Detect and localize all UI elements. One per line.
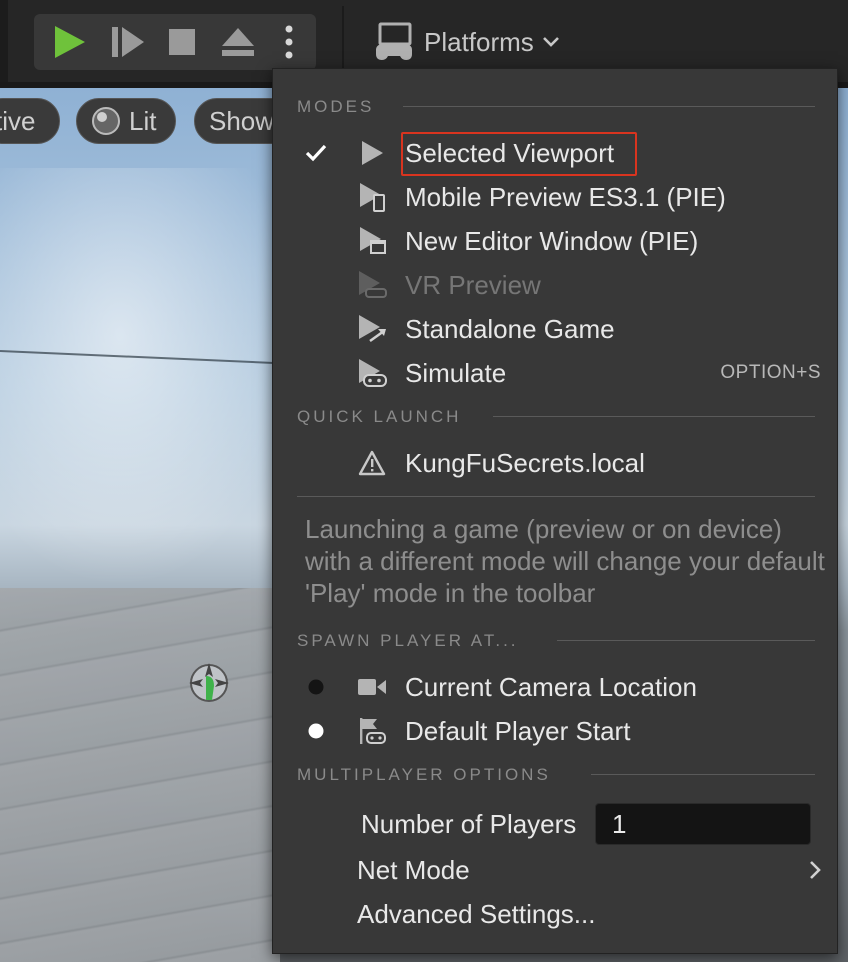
- more-options-button[interactable]: [266, 14, 312, 70]
- play-icon: [55, 26, 85, 58]
- section-header-modes: MODES: [297, 97, 375, 116]
- mode-item-label: VR Preview: [405, 269, 541, 300]
- advanced-settings-item[interactable]: Advanced Settings...: [273, 892, 839, 936]
- net-mode-submenu-item[interactable]: Net Mode: [273, 848, 839, 892]
- section-header-multiplayer: MULTIPLAYER OPTIONS: [297, 765, 551, 784]
- platforms-button[interactable]: Platforms: [372, 18, 560, 66]
- eject-icon: [222, 28, 254, 56]
- vr-preview-icon: [355, 268, 389, 302]
- section-divider: [493, 416, 815, 417]
- play-mode-dropdown-menu: MODES Selected Viewport Mobile Preview E…: [272, 68, 838, 954]
- new-window-icon: [355, 224, 389, 258]
- play-icon: [355, 136, 389, 170]
- spawn-item-default-player-start[interactable]: Default Player Start: [273, 709, 839, 753]
- mode-item-vr-preview: VR Preview: [273, 263, 839, 307]
- chevron-right-icon: [810, 861, 821, 879]
- player-start-icon: [355, 714, 389, 748]
- shortcut-label: OPTION+S: [720, 362, 821, 383]
- viewport-show-label: Show: [209, 105, 275, 136]
- advance-frame-button[interactable]: [100, 14, 156, 70]
- section-divider: [591, 774, 815, 775]
- section-header-spawn: SPAWN PLAYER AT...: [297, 631, 519, 650]
- player-start-gizmo-icon: [189, 663, 229, 702]
- eject-button[interactable]: [210, 14, 266, 70]
- simulate-icon: [355, 356, 389, 390]
- mode-item-simulate[interactable]: Simulate OPTION+S: [273, 351, 839, 395]
- section-header-quick-launch: QUICK LAUNCH: [297, 407, 462, 426]
- radio-selected-icon: [301, 716, 331, 746]
- standalone-icon: [355, 312, 389, 346]
- advanced-settings-label: Advanced Settings...: [357, 898, 596, 929]
- viewport-perspective-label: tive: [0, 105, 36, 136]
- toolbar-edge: [0, 0, 8, 82]
- platforms-icon: [376, 22, 412, 60]
- vertical-dots-icon: [285, 25, 293, 59]
- menu-separator: [297, 496, 815, 497]
- mode-item-selected-viewport[interactable]: Selected Viewport: [273, 131, 839, 175]
- lit-sphere-icon: [92, 107, 120, 135]
- quick-launch-label: KungFuSecrets.local: [405, 447, 645, 478]
- mode-item-mobile-preview[interactable]: Mobile Preview ES3.1 (PIE): [273, 175, 839, 219]
- sky-cloud: [0, 168, 300, 588]
- viewport-lit-button[interactable]: Lit: [76, 98, 176, 144]
- section-divider: [403, 106, 815, 107]
- viewport-lit-label: Lit: [129, 105, 157, 136]
- chevron-down-icon: [542, 37, 559, 47]
- warning-icon: [355, 446, 389, 480]
- stop-button[interactable]: [154, 14, 210, 70]
- play-controls-group: [34, 14, 316, 70]
- mode-item-label: Standalone Game: [405, 313, 615, 344]
- floor-surface: [0, 588, 280, 962]
- number-of-players-label: Number of Players: [361, 808, 577, 839]
- mode-item-label: Mobile Preview ES3.1 (PIE): [405, 181, 726, 212]
- section-divider: [557, 640, 815, 641]
- toolbar-divider: [342, 6, 344, 76]
- viewport-perspective-button[interactable]: tive: [0, 98, 60, 144]
- mode-item-label: Simulate: [405, 357, 507, 388]
- spawn-item-current-camera[interactable]: Current Camera Location: [273, 665, 839, 709]
- camera-icon: [355, 670, 389, 704]
- quick-launch-item[interactable]: KungFuSecrets.local: [273, 441, 839, 485]
- play-mode-info-text: Launching a game (preview or on device) …: [305, 514, 825, 608]
- number-of-players-input[interactable]: 1: [595, 803, 811, 845]
- play-button[interactable]: [42, 14, 98, 70]
- stop-icon: [169, 29, 195, 55]
- spawn-item-label: Current Camera Location: [405, 671, 697, 702]
- radio-unselected-icon: [301, 672, 331, 702]
- advance-frame-icon: [112, 27, 144, 57]
- mode-item-standalone-game[interactable]: Standalone Game: [273, 307, 839, 351]
- spawn-item-label: Default Player Start: [405, 715, 631, 746]
- platforms-label: Platforms: [424, 26, 534, 57]
- mode-item-label: New Editor Window (PIE): [405, 225, 699, 256]
- checkmark-icon: [301, 138, 331, 168]
- mobile-preview-icon: [355, 180, 389, 214]
- net-mode-label: Net Mode: [357, 854, 470, 885]
- mode-item-label: Selected Viewport: [405, 137, 615, 168]
- mode-item-new-editor-window[interactable]: New Editor Window (PIE): [273, 219, 839, 263]
